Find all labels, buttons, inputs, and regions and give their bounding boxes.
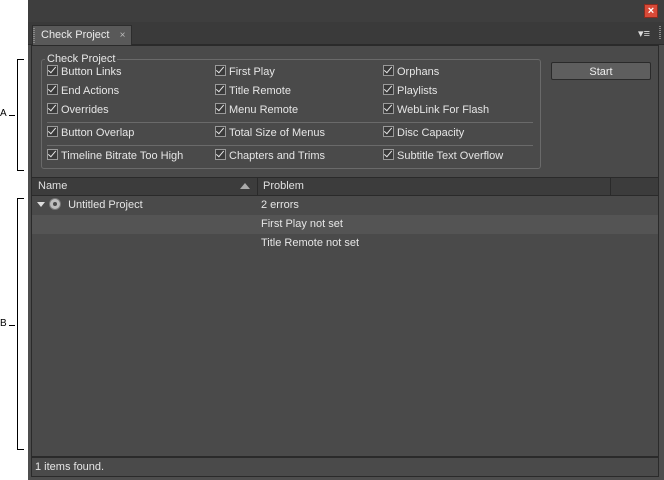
checkbox-checked-icon[interactable]	[47, 84, 58, 95]
callout-a-label: A	[0, 108, 7, 119]
checkbox-checked-icon[interactable]	[215, 103, 226, 114]
check-menu-remote[interactable]: Menu Remote	[215, 103, 298, 117]
table-row[interactable]: Untitled Project 2 errors	[32, 196, 658, 215]
results-table: Name Problem Untitled Project 2 errors F…	[32, 177, 658, 436]
callout-b-bracket	[17, 198, 24, 450]
check-end-actions[interactable]: End Actions	[47, 84, 119, 98]
checkbox-checked-icon[interactable]	[383, 65, 394, 76]
check-overrides[interactable]: Overrides	[47, 103, 109, 117]
column-header-name[interactable]: Name	[38, 178, 67, 195]
check-weblink-for-flash[interactable]: WebLink For Flash	[383, 103, 489, 117]
check-title-remote[interactable]: Title Remote	[215, 84, 291, 98]
column-divider[interactable]	[257, 178, 258, 195]
name-cell: Untitled Project	[37, 196, 143, 215]
group-divider	[47, 145, 533, 146]
checkbox-checked-icon[interactable]	[47, 65, 58, 76]
checkbox-checked-icon[interactable]	[47, 126, 58, 137]
checkbox-checked-icon[interactable]	[383, 84, 394, 95]
checkbox-checked-icon[interactable]	[215, 149, 226, 160]
problem-cell: Title Remote not set	[261, 237, 360, 249]
checkbox-checked-icon[interactable]	[215, 126, 226, 137]
checkbox-checked-icon[interactable]	[383, 103, 394, 114]
checkbox-checked-icon[interactable]	[47, 149, 58, 160]
checkbox-checked-icon[interactable]	[215, 65, 226, 76]
check-disc-capacity[interactable]: Disc Capacity	[383, 126, 464, 140]
tab-check-project[interactable]: Check Project ×	[32, 25, 133, 45]
checkbox-checked-icon[interactable]	[215, 84, 226, 95]
tab-grip-icon[interactable]	[33, 28, 35, 44]
callout-b-tick	[9, 325, 15, 326]
problem-cell: First Play not set	[261, 218, 343, 230]
table-header: Name Problem	[32, 177, 658, 196]
group-divider	[47, 122, 533, 123]
check-timeline-bitrate[interactable]: Timeline Bitrate Too High	[47, 149, 183, 163]
check-button-overlap[interactable]: Button Overlap	[47, 126, 134, 140]
check-total-size-of-menus[interactable]: Total Size of Menus	[215, 126, 325, 140]
column-header-problem[interactable]: Problem	[263, 178, 304, 195]
checkbox-checked-icon[interactable]	[383, 126, 394, 137]
check-subtitle-text-overflow[interactable]: Subtitle Text Overflow	[383, 149, 503, 163]
project-name: Untitled Project	[68, 199, 143, 211]
window-titlebar: ×	[28, 0, 664, 22]
callout-a-bracket	[17, 59, 24, 171]
check-first-play[interactable]: First Play	[215, 65, 275, 79]
disc-icon	[49, 198, 61, 210]
start-button[interactable]: Start	[551, 62, 651, 80]
column-divider[interactable]	[610, 178, 611, 195]
group-title: Check Project	[45, 53, 118, 65]
check-orphans[interactable]: Orphans	[383, 65, 439, 79]
close-icon[interactable]: ×	[644, 4, 658, 18]
check-chapters-and-trims[interactable]: Chapters and Trims	[215, 149, 325, 163]
checkbox-checked-icon[interactable]	[47, 103, 58, 114]
callout-a-tick	[9, 115, 15, 116]
table-row[interactable]: First Play not set	[32, 215, 658, 234]
expand-triangle-icon[interactable]	[37, 202, 45, 207]
checkbox-checked-icon[interactable]	[383, 149, 394, 160]
tab-label: Check Project	[41, 29, 110, 41]
check-project-window: × Check Project × ▾≡ Check Project Butto…	[28, 0, 664, 480]
check-button-links[interactable]: Button Links	[47, 65, 122, 79]
panel-tabstrip: Check Project × ▾≡	[28, 22, 664, 45]
sort-ascending-icon[interactable]	[240, 183, 250, 189]
panel-grip-icon[interactable]	[659, 26, 661, 40]
callout-b-label: B	[0, 318, 7, 329]
check-playlists[interactable]: Playlists	[383, 84, 437, 98]
check-options-group: Check Project Button Links First Play Or…	[41, 53, 541, 169]
table-row[interactable]: Title Remote not set	[32, 234, 658, 253]
problem-cell: 2 errors	[261, 199, 299, 211]
status-bar: 1 items found.	[31, 457, 659, 477]
tab-close-icon[interactable]: ×	[120, 26, 126, 45]
panel-menu-icon[interactable]: ▾≡	[638, 27, 650, 40]
check-project-panel: Check Project Button Links First Play Or…	[31, 45, 659, 457]
